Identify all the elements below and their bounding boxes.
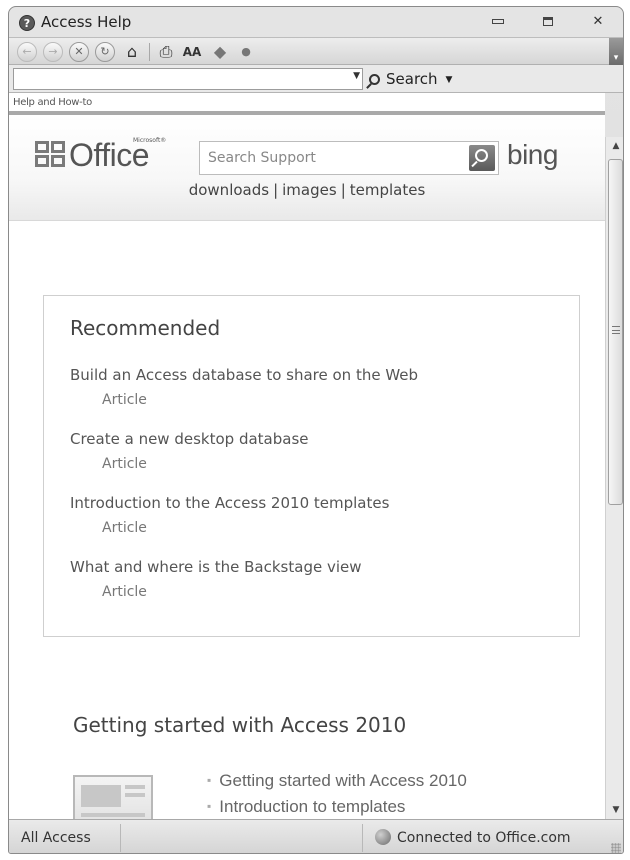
vertical-scrollbar[interactable]: ▲ ▼	[605, 137, 623, 819]
chevron-down-icon: ▾	[613, 53, 619, 63]
search-button-label: Search	[386, 70, 438, 88]
office-header: Office Microsoft® Search Support bing do…	[9, 115, 605, 221]
minimize-icon	[492, 19, 504, 24]
help-icon: ?	[19, 15, 35, 31]
chevron-down-icon[interactable]: ▼	[446, 75, 453, 85]
window-title: Access Help	[41, 13, 132, 31]
link-separator: |	[340, 181, 346, 199]
stop-button[interactable]: ✕	[69, 42, 89, 62]
content-type-label: Article	[102, 584, 147, 600]
connection-status[interactable]: Connected to Office.com	[362, 824, 623, 852]
content-type-label: Article	[102, 520, 147, 536]
support-search-button[interactable]	[469, 145, 495, 171]
list-item[interactable]: Introduction to templates	[207, 797, 467, 819]
bing-logo: bing	[507, 139, 558, 170]
search-bar: ▼ Search ▼	[9, 65, 623, 93]
toolbar-separator	[149, 43, 150, 61]
office-logo-icon	[35, 141, 69, 171]
home-button[interactable]: ⌂	[121, 42, 143, 62]
keep-on-top-button[interactable]: ●	[235, 42, 257, 62]
chevron-down-icon: ▼	[612, 805, 620, 815]
search-icon	[475, 149, 488, 162]
toolbar: ← → ✕ ↻ ⌂ ⎙ AA ◆ ● ▾	[9, 37, 623, 66]
recommended-title: Recommended	[70, 316, 221, 340]
recommended-link[interactable]: Create a new desktop database	[70, 430, 550, 448]
refresh-button[interactable]: ↻	[95, 42, 115, 62]
back-icon: ←	[22, 45, 32, 58]
support-links: downloads | images | templates	[9, 181, 605, 199]
office-logo-super: Microsoft®	[133, 137, 167, 144]
getting-started-thumbnail[interactable]	[73, 775, 153, 819]
minimize-button[interactable]	[487, 13, 509, 31]
getting-started-links: Getting started with Access 2010 Introdu…	[207, 771, 467, 819]
content-type-label: Article	[102, 456, 147, 472]
downloads-link[interactable]: downloads	[189, 181, 269, 199]
search-button[interactable]: Search ▼	[369, 70, 452, 88]
getting-started-link[interactable]: Introduction to templates	[219, 797, 405, 816]
list-item[interactable]: Getting started with Access 2010	[207, 771, 467, 797]
resize-grip-icon[interactable]	[611, 843, 621, 853]
templates-link[interactable]: templates	[350, 181, 426, 199]
forward-button[interactable]: →	[43, 42, 63, 62]
breadcrumb-bar: Help and How-to	[9, 93, 605, 115]
images-link[interactable]: images	[282, 181, 337, 199]
toolbar-overflow-button[interactable]: ▾	[609, 38, 623, 66]
content-type-label: Article	[102, 392, 147, 408]
home-icon: ⌂	[126, 42, 138, 61]
list-item: Create a new desktop database Article	[70, 430, 550, 494]
status-bar: All Access Connected to Office.com	[9, 819, 623, 853]
grip-icon	[612, 326, 620, 334]
text-size-button[interactable]: AA	[181, 42, 203, 62]
recommended-link[interactable]: What and where is the Backstage view	[70, 558, 550, 576]
link-separator: |	[273, 181, 279, 199]
close-icon: ✕	[592, 14, 604, 29]
scroll-thumb[interactable]	[608, 159, 623, 505]
list-item: Introduction to the Access 2010 template…	[70, 494, 550, 558]
list-item: Build an Access database to share on the…	[70, 366, 550, 430]
getting-started-title: Getting started with Access 2010	[73, 713, 407, 737]
connection-status-label: Connected to Office.com	[397, 830, 571, 846]
back-button[interactable]: ←	[17, 42, 37, 62]
maximize-button[interactable]	[537, 13, 559, 31]
search-icon	[369, 74, 380, 85]
scroll-down-button[interactable]: ▼	[606, 801, 623, 819]
chevron-up-icon: ▲	[612, 141, 620, 151]
scroll-up-button[interactable]: ▲	[606, 137, 623, 155]
recommended-panel: Recommended Build an Access database to …	[43, 295, 580, 637]
recommended-list: Build an Access database to share on the…	[70, 366, 550, 622]
globe-icon	[375, 829, 391, 845]
refresh-icon: ↻	[100, 45, 110, 58]
text-size-icon: AA	[182, 45, 202, 59]
support-search-field[interactable]: Search Support	[199, 141, 499, 175]
recommended-link[interactable]: Introduction to the Access 2010 template…	[70, 494, 550, 512]
breadcrumb[interactable]: Help and How-to	[13, 97, 92, 108]
help-window: ? Access Help ✕ ← → ✕ ↻ ⌂ ⎙ AA ◆ ● ▾ ▼ S…	[8, 6, 624, 854]
close-button[interactable]: ✕	[587, 13, 609, 31]
keep-on-top-icon: ●	[241, 45, 251, 58]
list-item: What and where is the Backstage view Art…	[70, 558, 550, 622]
title-bar[interactable]: ? Access Help ✕	[9, 7, 623, 37]
print-button[interactable]: ⎙	[155, 42, 177, 62]
search-scope-dropdown-icon[interactable]: ▼	[353, 71, 360, 81]
maximize-icon	[543, 17, 553, 26]
recommended-link[interactable]: Build an Access database to share on the…	[70, 366, 550, 384]
toc-button[interactable]: ◆	[209, 42, 231, 62]
getting-started-link[interactable]: Getting started with Access 2010	[219, 771, 467, 790]
search-input[interactable]: ▼	[13, 68, 363, 90]
forward-icon: →	[48, 45, 58, 58]
search-scope-status[interactable]: All Access	[9, 824, 121, 852]
stop-icon: ✕	[74, 45, 84, 58]
help-content: Office Microsoft® Search Support bing do…	[9, 115, 605, 819]
support-search-placeholder: Search Support	[208, 150, 316, 166]
toc-book-icon: ◆	[213, 42, 227, 61]
print-icon: ⎙	[159, 42, 173, 61]
